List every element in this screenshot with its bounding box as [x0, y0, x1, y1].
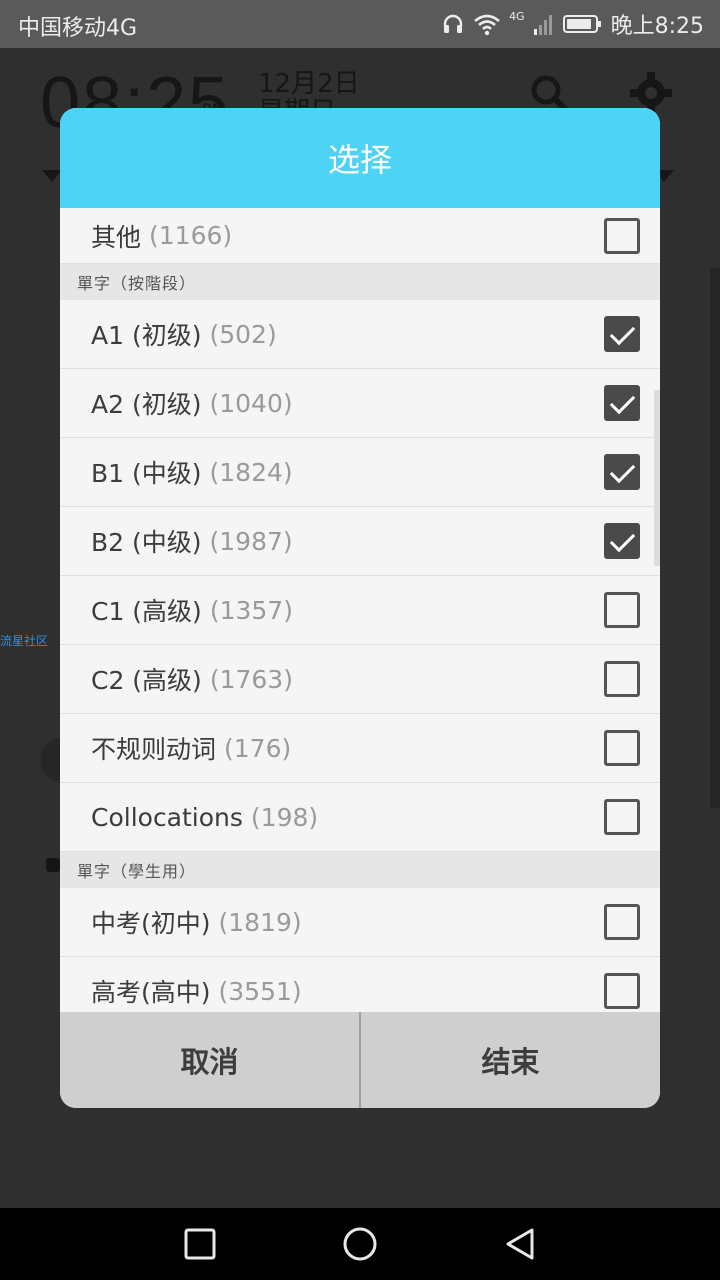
section-header-students: 單字（學生用）: [60, 852, 660, 888]
item-checkbox[interactable]: [604, 661, 640, 697]
item-checkbox[interactable]: [604, 799, 640, 835]
network-type-badge: 4G: [509, 10, 525, 23]
list-item-zhongkao[interactable]: 中考(初中) (1819): [60, 888, 660, 957]
dialog-title: 选择: [60, 108, 660, 208]
item-checkbox[interactable]: [604, 973, 640, 1009]
background-scrollbar: [710, 268, 720, 808]
select-dialog: 选择 其他 (1166) 單字（按階段） A1 (初级) (502) A2 (初…: [60, 108, 660, 1108]
item-checkbox[interactable]: [604, 454, 640, 490]
finish-button[interactable]: 结束: [361, 1012, 660, 1108]
list-item-other[interactable]: 其他 (1166): [60, 208, 660, 264]
list-item-irregular-verbs[interactable]: 不规则动词 (176): [60, 714, 660, 783]
section-header-by-level: 單字（按階段）: [60, 264, 660, 300]
item-checkbox[interactable]: [604, 316, 640, 352]
status-bar: 中国移动4G 4G 晚上8:25: [0, 0, 720, 48]
background-checkbox: [46, 858, 60, 872]
item-count: (502): [209, 319, 277, 349]
item-label: Collocations: [91, 802, 243, 832]
list-item-c2[interactable]: C2 (高级) (1763): [60, 645, 660, 714]
background-arrow-left-icon: [42, 170, 62, 182]
item-count: (1166): [149, 221, 233, 250]
item-label: A1 (初级): [91, 321, 202, 350]
dialog-list[interactable]: 其他 (1166) 單字（按階段） A1 (初级) (502) A2 (初级) …: [60, 208, 660, 1012]
carrier-label: 中国移动4G: [18, 16, 138, 41]
item-checkbox[interactable]: [604, 592, 640, 628]
item-checkbox[interactable]: [604, 523, 640, 559]
item-checkbox[interactable]: [604, 904, 640, 940]
item-label: C2 (高级): [91, 666, 202, 695]
item-count: (1040): [209, 388, 293, 418]
item-count: (198): [250, 802, 319, 832]
list-item-a1[interactable]: A1 (初级) (502): [60, 300, 660, 369]
background-side-link: 流星社区: [0, 634, 49, 648]
signal-icon: [533, 15, 552, 35]
cancel-button[interactable]: 取消: [60, 1012, 359, 1108]
list-item-collocations[interactable]: Collocations (198): [60, 783, 660, 852]
battery-icon: [562, 15, 601, 33]
back-icon[interactable]: [502, 1226, 538, 1262]
item-count: (3551): [218, 976, 302, 1006]
item-count: (1763): [209, 664, 293, 694]
item-count: (176): [224, 733, 292, 763]
list-item-b2[interactable]: B2 (中级) (1987): [60, 507, 660, 576]
recent-apps-icon[interactable]: [182, 1226, 218, 1262]
item-count: (1987): [209, 526, 293, 556]
list-item-c1[interactable]: C1 (高级) (1357): [60, 576, 660, 645]
list-item-a2[interactable]: A2 (初级) (1040): [60, 369, 660, 438]
item-checkbox[interactable]: [604, 385, 640, 421]
item-count: (1357): [209, 595, 293, 625]
item-label: C1 (高级): [91, 597, 202, 626]
item-label: B2 (中级): [91, 528, 202, 557]
item-label: A2 (初级): [91, 390, 202, 419]
item-label: B1 (中级): [91, 459, 202, 488]
dialog-button-bar: 取消 结束: [60, 1012, 660, 1108]
headset-icon: [443, 14, 463, 33]
item-label: 中考(初中): [91, 909, 211, 938]
background-date-day: 12月2日: [258, 69, 360, 99]
item-label: 高考(高中): [91, 978, 211, 1007]
list-item-b1[interactable]: B1 (中级) (1824): [60, 438, 660, 507]
wifi-icon: [474, 14, 500, 36]
item-label: 其他: [91, 222, 142, 252]
item-count: (1819): [218, 907, 302, 937]
item-checkbox[interactable]: [604, 730, 640, 766]
item-checkbox[interactable]: [604, 217, 640, 254]
item-count: (1824): [209, 457, 293, 487]
navigation-bar: [0, 1208, 720, 1280]
list-item-gaokao[interactable]: 高考(高中) (3551): [60, 957, 660, 1012]
item-label: 不规则动词: [91, 735, 217, 764]
status-time: 晚上8:25: [610, 14, 704, 39]
home-icon[interactable]: [342, 1226, 378, 1262]
